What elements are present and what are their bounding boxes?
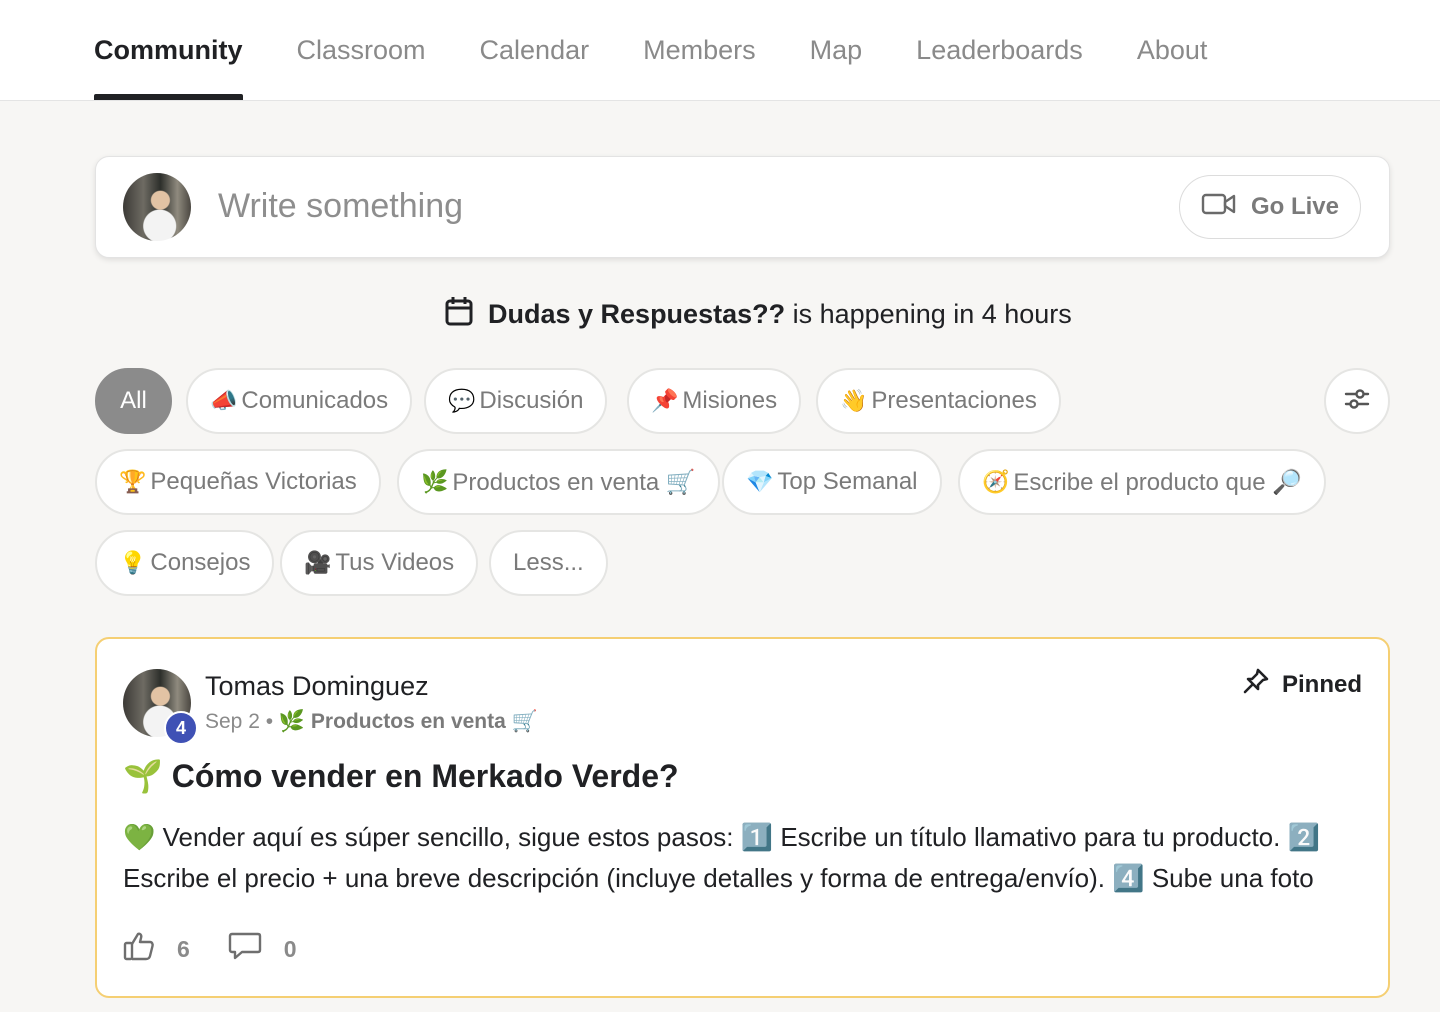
post-composer[interactable]: Write something Go Live: [95, 156, 1390, 258]
chip-label: Pequeñas Victorias: [150, 468, 357, 495]
pushpin-icon: 📌: [651, 388, 679, 413]
post-body[interactable]: 💚 Vender aquí es súper sencillo, sigue e…: [123, 817, 1363, 899]
event-notice[interactable]: Dudas y Respuestas?? is happening in 4 h…: [444, 296, 1072, 332]
chip-label: Discusión: [479, 387, 584, 414]
avatar: [123, 173, 191, 241]
category-chip-presentaciones[interactable]: 👋 Presentaciones: [816, 368, 1061, 434]
tab-bar: Community Classroom Calendar Members Map…: [94, 0, 1261, 100]
post-meta: Sep 2 • 🌿 Productos en venta 🛒: [205, 710, 538, 734]
tab-leaderboards[interactable]: Leaderboards: [916, 0, 1083, 100]
trophy-icon: 🏆: [119, 469, 147, 494]
post-title[interactable]: 🌱 Cómo vender en Merkado Verde?: [123, 757, 679, 795]
video-camera-icon: [1201, 192, 1237, 223]
comment-count: 0: [283, 935, 297, 962]
category-chip-comunicados[interactable]: 📣 Comunicados: [186, 368, 413, 434]
thumbs-up-icon: [123, 931, 155, 967]
chip-label: Less...: [513, 549, 584, 576]
speech-bubble-icon: 💬: [448, 388, 476, 413]
post-card[interactable]: 4 Tomas Dominguez Sep 2 • 🌿 Productos en…: [95, 637, 1390, 998]
go-live-button[interactable]: Go Live: [1179, 175, 1361, 239]
post-date[interactable]: Sep 2: [205, 710, 260, 733]
meta-separator: •: [259, 710, 279, 733]
category-chip-escribe-el-producto[interactable]: 🧭 Escribe el producto que 🔎: [958, 449, 1327, 515]
pinned-label: Pinned: [1281, 670, 1362, 698]
chip-label: All: [120, 387, 147, 414]
chip-label: Presentaciones: [871, 387, 1037, 414]
chip-label: Escribe el producto que 🔎: [1013, 468, 1303, 496]
level-badge: 4: [164, 711, 198, 745]
category-chip-misiones[interactable]: 📌 Misiones: [627, 368, 802, 434]
pin-icon: [1242, 667, 1270, 702]
comment-icon: [228, 931, 262, 967]
tab-members[interactable]: Members: [643, 0, 756, 100]
filter-settings-button[interactable]: [1324, 368, 1390, 434]
tab-calendar[interactable]: Calendar: [480, 0, 590, 100]
event-text: Dudas y Respuestas?? is happening in 4 h…: [488, 299, 1072, 330]
category-chip-productos-en-venta[interactable]: 🌿 Productos en venta 🛒: [397, 449, 720, 515]
chip-label: Tus Videos: [335, 549, 455, 576]
go-live-label: Go Live: [1250, 193, 1340, 220]
herb-icon: 🌿: [421, 469, 449, 494]
post-title-text: Cómo vender en Merkado Verde?: [171, 758, 679, 794]
event-name: Dudas y Respuestas??: [488, 298, 786, 329]
chip-label: Consejos: [150, 549, 251, 576]
tab-about[interactable]: About: [1137, 0, 1208, 100]
tab-community[interactable]: Community: [94, 0, 243, 100]
calendar-icon: [444, 295, 474, 334]
light-bulb-icon: 💡: [119, 550, 147, 575]
category-chip-tus-videos[interactable]: 🎥 Tus Videos: [280, 530, 479, 596]
movie-camera-icon: 🎥: [304, 550, 332, 575]
gem-icon: 💎: [746, 469, 774, 494]
post-actions: 6 0: [123, 929, 335, 969]
waving-hand-icon: 👋: [840, 388, 868, 413]
chip-label: Misiones: [682, 387, 778, 414]
show-less-chip[interactable]: Less...: [489, 530, 608, 596]
chip-label: Productos en venta 🛒: [452, 468, 696, 496]
like-button[interactable]: 6: [123, 931, 190, 967]
tab-classroom[interactable]: Classroom: [297, 0, 426, 100]
compass-icon: 🧭: [982, 469, 1010, 494]
category-chip-consejos[interactable]: 💡 Consejos: [95, 530, 275, 596]
herb-icon: 🌿: [278, 710, 306, 733]
chip-label: Top Semanal: [777, 468, 918, 495]
category-chip-top-semanal[interactable]: 💎 Top Semanal: [722, 449, 942, 515]
category-chip-pequenas-victorias[interactable]: 🏆 Pequeñas Victorias: [95, 449, 381, 515]
composer-placeholder[interactable]: Write something: [218, 187, 463, 226]
seedling-icon: 🌱: [123, 758, 163, 794]
chip-label: Comunicados: [241, 387, 389, 414]
category-chip-discusion[interactable]: 💬 Discusión: [424, 368, 608, 434]
author-name[interactable]: Tomas Dominguez: [205, 671, 429, 702]
tab-map[interactable]: Map: [810, 0, 863, 100]
sliders-icon: [1344, 386, 1370, 417]
category-chip-all[interactable]: All: [95, 368, 172, 434]
top-nav: Community Classroom Calendar Members Map…: [0, 0, 1440, 101]
like-count: 6: [177, 935, 190, 962]
event-time: is happening in 4 hours: [785, 298, 1072, 329]
comment-button[interactable]: 0: [228, 931, 297, 967]
post-category[interactable]: Productos en venta 🛒: [311, 710, 538, 733]
megaphone-icon: 📣: [210, 388, 238, 413]
pinned-indicator: Pinned: [1242, 667, 1362, 702]
